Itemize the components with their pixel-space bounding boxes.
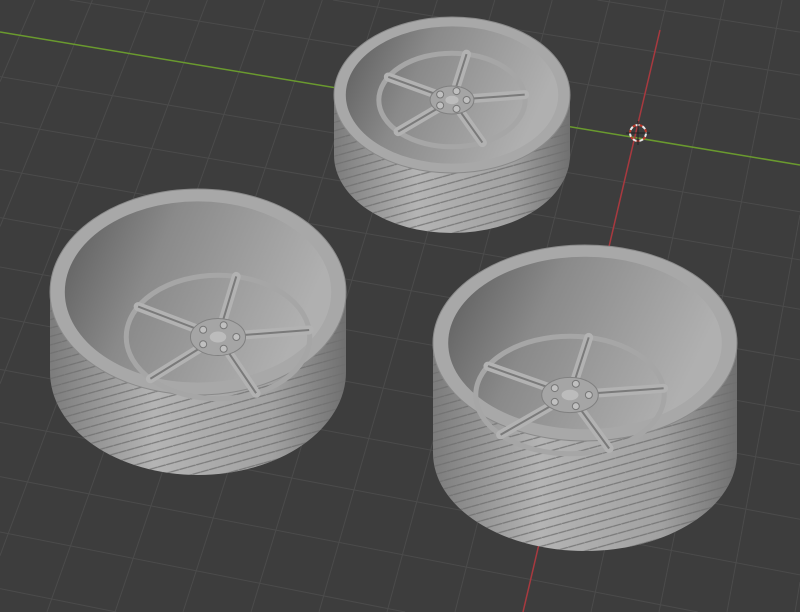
lug-nut <box>219 344 228 353</box>
grid-line <box>21 0 36 31</box>
lug-nut <box>219 321 228 330</box>
lug-nut <box>462 96 471 104</box>
lug-nut <box>452 104 461 113</box>
grid-line <box>794 581 800 612</box>
lug-nut <box>436 90 445 99</box>
grid-line <box>0 588 117 612</box>
grid-line <box>659 0 668 31</box>
grid-line <box>369 0 381 31</box>
lug-nut <box>452 87 461 96</box>
lug-nut <box>436 101 445 110</box>
wheel-top[interactable] <box>333 16 571 233</box>
wheel-right[interactable] <box>432 244 738 551</box>
grid-line <box>0 29 23 82</box>
grid-line <box>79 0 93 31</box>
wheel-left[interactable] <box>49 188 347 475</box>
grid-line <box>775 0 783 31</box>
lug-nut <box>232 333 241 341</box>
grid-line <box>137 0 151 31</box>
center-cap <box>209 331 227 343</box>
center-cap <box>445 95 459 105</box>
viewport-canvas[interactable] <box>0 0 800 612</box>
lug-nut <box>571 402 580 411</box>
lug-nut <box>571 379 580 388</box>
center-cap <box>561 389 579 401</box>
grid-line <box>195 0 208 31</box>
lug-nut <box>584 391 593 399</box>
grid-line <box>601 0 611 31</box>
3d-cursor-icon[interactable] <box>626 121 650 145</box>
grid-line <box>253 0 266 31</box>
grid-line <box>597 0 800 33</box>
grid-line <box>717 0 726 31</box>
lug-nut <box>199 340 208 349</box>
lug-nut <box>550 397 559 406</box>
lug-nut <box>199 325 208 334</box>
grid-line <box>726 214 800 612</box>
grid-line <box>543 0 553 31</box>
rim-barrel <box>64 201 332 383</box>
grid-line <box>311 0 323 31</box>
lug-nut <box>550 384 559 393</box>
3d-viewport[interactable] <box>0 0 800 612</box>
grid-line <box>0 29 81 227</box>
